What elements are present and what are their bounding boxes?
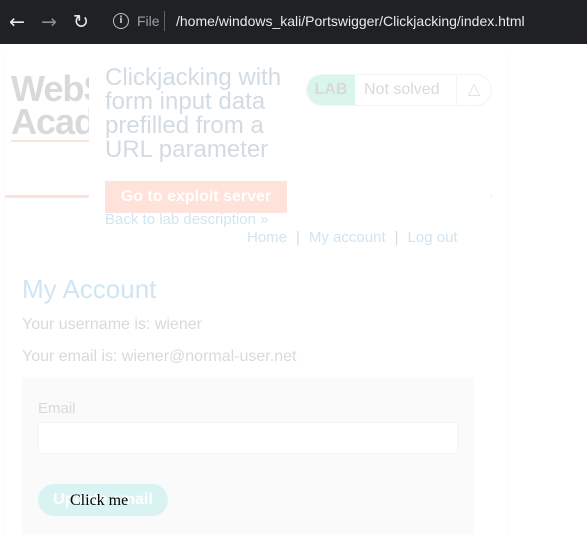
lab-status-text: Not solved [364,81,440,98]
page-title: My Account [22,274,157,304]
address-separator [164,11,165,31]
email-label: Email [38,400,76,417]
file-scheme-label: File [137,13,160,29]
info-icon[interactable]: i [113,13,129,29]
lab-tag: LAB [307,75,355,105]
back-to-lab-description-link[interactable]: Back to lab description » [105,211,268,228]
page-content: WebS Acade Clickjacking with form input … [0,44,587,534]
username-text: Your username is: wiener [22,316,202,333]
lab-status-badge: LAB Not solved △ [306,74,492,106]
nav-separator: | [296,229,300,246]
click-me-decoy-text[interactable]: Click me [70,492,128,510]
lab-header: Clickjacking with form input data prefil… [89,52,492,232]
go-to-exploit-server-button[interactable]: Go to exploit server [105,181,287,213]
address-bar-url[interactable]: /home/windows_kali/Portswigger/Clickjack… [176,13,525,29]
transparent-iframe[interactable]: WebS Acade Clickjacking with form input … [4,52,509,534]
logo-line-2: Acade [11,101,89,139]
back-link-label: Back to lab description [105,211,256,228]
email-field[interactable] [38,422,458,454]
logo-underline [11,140,89,142]
nav-home-link[interactable]: Home [247,229,287,246]
forward-arrow-icon[interactable]: → [38,11,60,33]
lab-title: Clickjacking with form input data prefil… [105,64,282,163]
reload-icon[interactable]: ↻ [70,11,92,33]
web-security-academy-logo: WebS Acade [11,72,89,138]
nav-logout-link[interactable]: Log out [408,229,458,246]
browser-toolbar: ← → ↻ i File /home/windows_kali/Portswig… [0,0,587,44]
flask-icon: △ [456,75,491,105]
email-text: Your email is: wiener@normal-user.net [22,348,297,365]
nav-my-account-link[interactable]: My account [309,229,386,246]
account-nav: Home | My account | Log out [247,229,458,246]
back-arrow-icon[interactable]: ← [6,11,28,33]
double-chevron-icon: » [260,211,269,228]
change-email-form: Email Update email [22,378,474,534]
nav-separator: | [394,229,399,246]
